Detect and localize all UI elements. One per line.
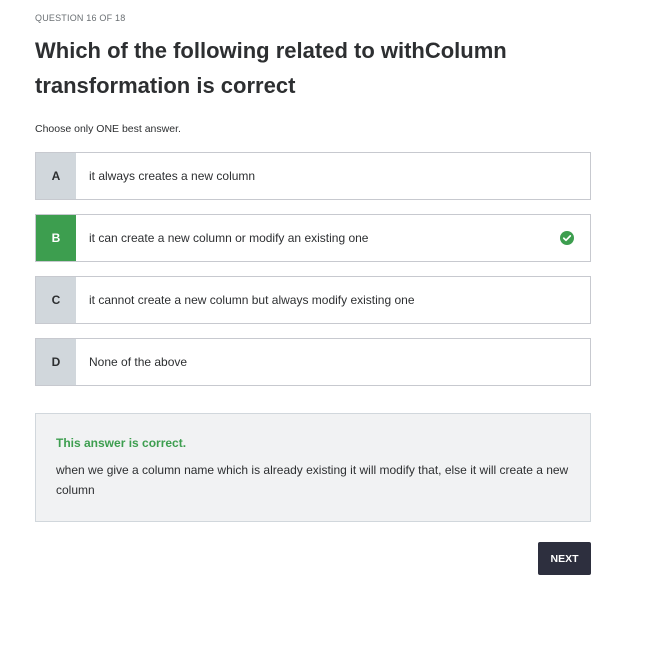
question-text: Which of the following related to withCo… [35,38,507,98]
option-letter: D [36,339,76,385]
feedback-explanation: when we give a column name which is alre… [56,463,569,497]
answer-feedback-panel: This answer is correct. when we give a c… [35,413,591,522]
answer-option-b[interactable]: B it can create a new column or modify a… [35,214,591,262]
next-button[interactable]: NEXT [538,542,591,575]
check-circle-icon [560,231,574,245]
option-text: it always creates a new column [89,169,256,183]
option-letter: A [36,153,76,199]
option-letter: C [36,277,76,323]
answer-option-d[interactable]: D None of the above [35,338,591,386]
question-counter: QUESTION 16 OF 18 [35,13,126,23]
feedback-verdict: This answer is correct. [56,436,187,450]
option-text: None of the above [89,355,188,369]
option-letter: B [36,215,76,261]
option-text: it can create a new column or modify an … [89,231,369,245]
answer-option-c[interactable]: C it cannot create a new column but alwa… [35,276,591,324]
answer-instructions: Choose only ONE best answer. [35,123,181,135]
answer-option-a[interactable]: A it always creates a new column [35,152,591,200]
option-text: it cannot create a new column but always… [89,293,415,307]
